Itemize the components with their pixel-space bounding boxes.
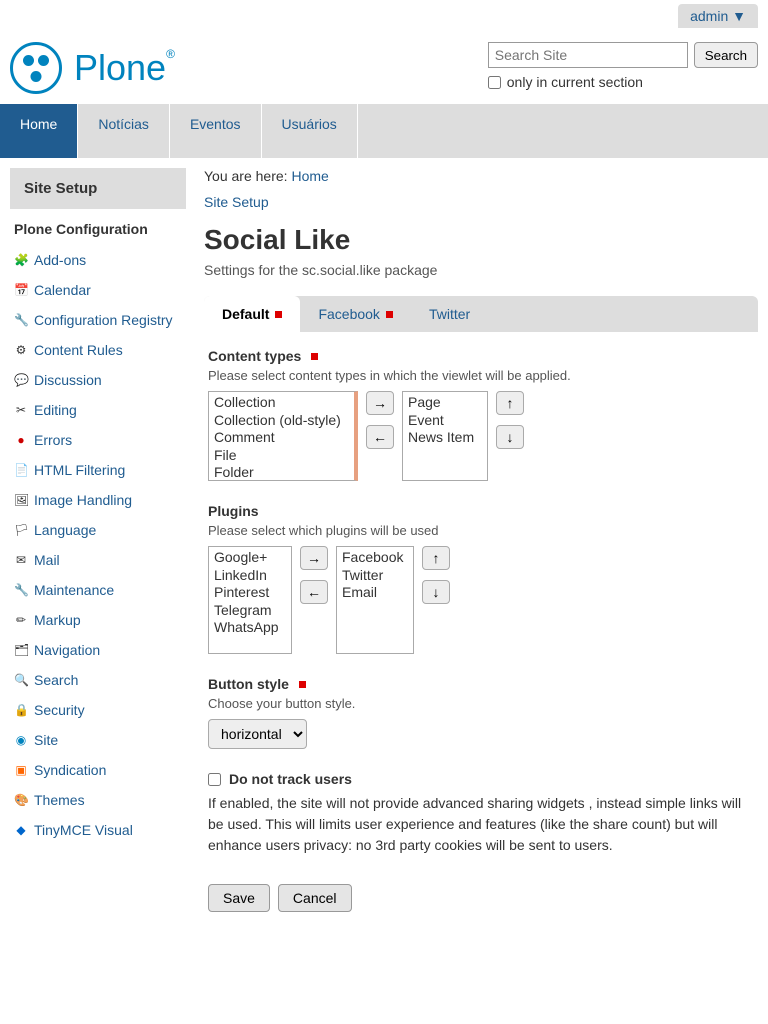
button-style-help: Choose your button style. xyxy=(208,696,754,711)
filter-icon: 📄 xyxy=(14,463,28,477)
sidebar-item-markup[interactable]: Markup xyxy=(34,612,81,628)
sidebar-item-themes[interactable]: Themes xyxy=(34,792,85,808)
plugins-move-right-button[interactable]: → xyxy=(300,546,328,570)
search-button[interactable]: Search xyxy=(694,42,758,68)
site-logo[interactable]: Plone® xyxy=(10,42,175,94)
error-icon: ● xyxy=(14,433,28,447)
wrench-icon: 🔧 xyxy=(14,313,28,327)
content-types-move-left-button[interactable]: ← xyxy=(366,425,394,449)
tinymce-icon: ◆ xyxy=(14,823,28,837)
lock-icon: 🔒 xyxy=(14,703,28,717)
plugins-move-down-button[interactable]: ↓ xyxy=(422,580,450,604)
only-current-section-checkbox[interactable] xyxy=(488,76,501,89)
form-tabs: Default Facebook Twitter xyxy=(204,296,758,332)
plugins-help: Please select which plugins will be used xyxy=(208,523,754,538)
content-types-move-up-button[interactable]: ↑ xyxy=(496,391,524,415)
sidebar-item-html-filtering[interactable]: HTML Filtering xyxy=(34,462,125,478)
flag-icon: 🏳 xyxy=(14,523,28,537)
sidebar-item-mail[interactable]: Mail xyxy=(34,552,60,568)
content-types-selected[interactable]: Page Event News Item xyxy=(402,391,488,481)
cancel-button[interactable]: Cancel xyxy=(278,884,352,912)
nav-eventos[interactable]: Eventos xyxy=(170,104,262,158)
nav-usuarios[interactable]: Usuários xyxy=(262,104,358,158)
maintenance-icon: 🔧 xyxy=(14,583,28,597)
tab-default[interactable]: Default xyxy=(204,296,300,332)
button-style-select[interactable]: horizontal xyxy=(208,719,307,749)
sidebar-item-site[interactable]: Site xyxy=(34,732,58,748)
sidebar-item-editing[interactable]: Editing xyxy=(34,402,77,418)
sidebar-item-navigation[interactable]: Navigation xyxy=(34,642,100,658)
site-icon: ◉ xyxy=(14,733,28,747)
do-not-track-description: If enabled, the site will not provide ad… xyxy=(208,793,754,856)
sidebar-item-calendar[interactable]: Calendar xyxy=(34,282,91,298)
plugins-move-up-button[interactable]: ↑ xyxy=(422,546,450,570)
nav-noticias[interactable]: Notícias xyxy=(78,104,170,158)
sidebar-section-title: Plone Configuration xyxy=(10,221,186,245)
admin-menu[interactable]: admin ▼ xyxy=(678,4,758,28)
sidebar-item-tinymce[interactable]: TinyMCE Visual xyxy=(34,822,133,838)
logo-text: Plone® xyxy=(74,47,175,89)
nav-home[interactable]: Home xyxy=(0,104,78,158)
sidebar-item-syndication[interactable]: Syndication xyxy=(34,762,106,778)
navigation-icon: 🗂 xyxy=(14,643,28,657)
breadcrumb-home[interactable]: Home xyxy=(291,168,328,184)
plugins-move-left-button[interactable]: ← xyxy=(300,580,328,604)
sidebar-item-security[interactable]: Security xyxy=(34,702,85,718)
plugins-available[interactable]: Google+ LinkedIn Pinterest Telegram What… xyxy=(208,546,292,654)
rss-icon: ▣ xyxy=(14,763,28,777)
do-not-track-label: Do not track users xyxy=(229,771,352,787)
rules-icon: ⚙ xyxy=(14,343,28,357)
calendar-icon: 📅 xyxy=(14,283,28,297)
sidebar-item-config-registry[interactable]: Configuration Registry xyxy=(34,312,173,328)
themes-icon: 🎨 xyxy=(14,793,28,807)
content-types-help: Please select content types in which the… xyxy=(208,368,754,383)
breadcrumb: You are here: Home xyxy=(204,168,758,184)
page-title: Social Like xyxy=(204,224,758,256)
sidebar-item-language[interactable]: Language xyxy=(34,522,96,538)
logo-icon xyxy=(10,42,62,94)
only-current-section-label: only in current section xyxy=(507,74,643,90)
content-types-label: Content types xyxy=(208,348,301,364)
discussion-icon: 💬 xyxy=(14,373,28,387)
required-icon xyxy=(386,311,393,318)
sidebar-item-image-handling[interactable]: Image Handling xyxy=(34,492,132,508)
required-icon xyxy=(275,311,282,318)
content-types-move-down-button[interactable]: ↓ xyxy=(496,425,524,449)
image-icon: 🖼 xyxy=(14,493,28,507)
button-style-label: Button style xyxy=(208,676,289,692)
sidebar-item-discussion[interactable]: Discussion xyxy=(34,372,102,388)
page-description: Settings for the sc.social.like package xyxy=(204,262,758,278)
plugins-selected[interactable]: Facebook Twitter Email xyxy=(336,546,414,654)
tab-twitter[interactable]: Twitter xyxy=(411,296,488,332)
content-types-available[interactable]: Collection Collection (old-style) Commen… xyxy=(208,391,358,481)
site-setup-link[interactable]: Site Setup xyxy=(204,194,269,210)
sidebar-item-errors[interactable]: Errors xyxy=(34,432,72,448)
required-icon xyxy=(311,353,318,360)
sidebar-item-content-rules[interactable]: Content Rules xyxy=(34,342,123,358)
save-button[interactable]: Save xyxy=(208,884,270,912)
search-icon: 🔍 xyxy=(14,673,28,687)
sidebar-header: Site Setup xyxy=(10,168,186,209)
sidebar-item-addons[interactable]: Add-ons xyxy=(34,252,86,268)
pencil-icon: ✏ xyxy=(14,613,28,627)
do-not-track-checkbox[interactable] xyxy=(208,773,221,786)
sidebar-item-search[interactable]: Search xyxy=(34,672,78,688)
required-icon xyxy=(299,681,306,688)
plugins-label: Plugins xyxy=(208,503,259,519)
global-nav: Home Notícias Eventos Usuários xyxy=(0,104,768,158)
addons-icon: 🧩 xyxy=(14,253,28,267)
mail-icon: ✉ xyxy=(14,553,28,567)
content-types-move-right-button[interactable]: → xyxy=(366,391,394,415)
search-input[interactable] xyxy=(488,42,688,68)
sidebar-item-maintenance[interactable]: Maintenance xyxy=(34,582,114,598)
scissors-icon: ✂ xyxy=(14,403,28,417)
tab-facebook[interactable]: Facebook xyxy=(300,296,410,332)
